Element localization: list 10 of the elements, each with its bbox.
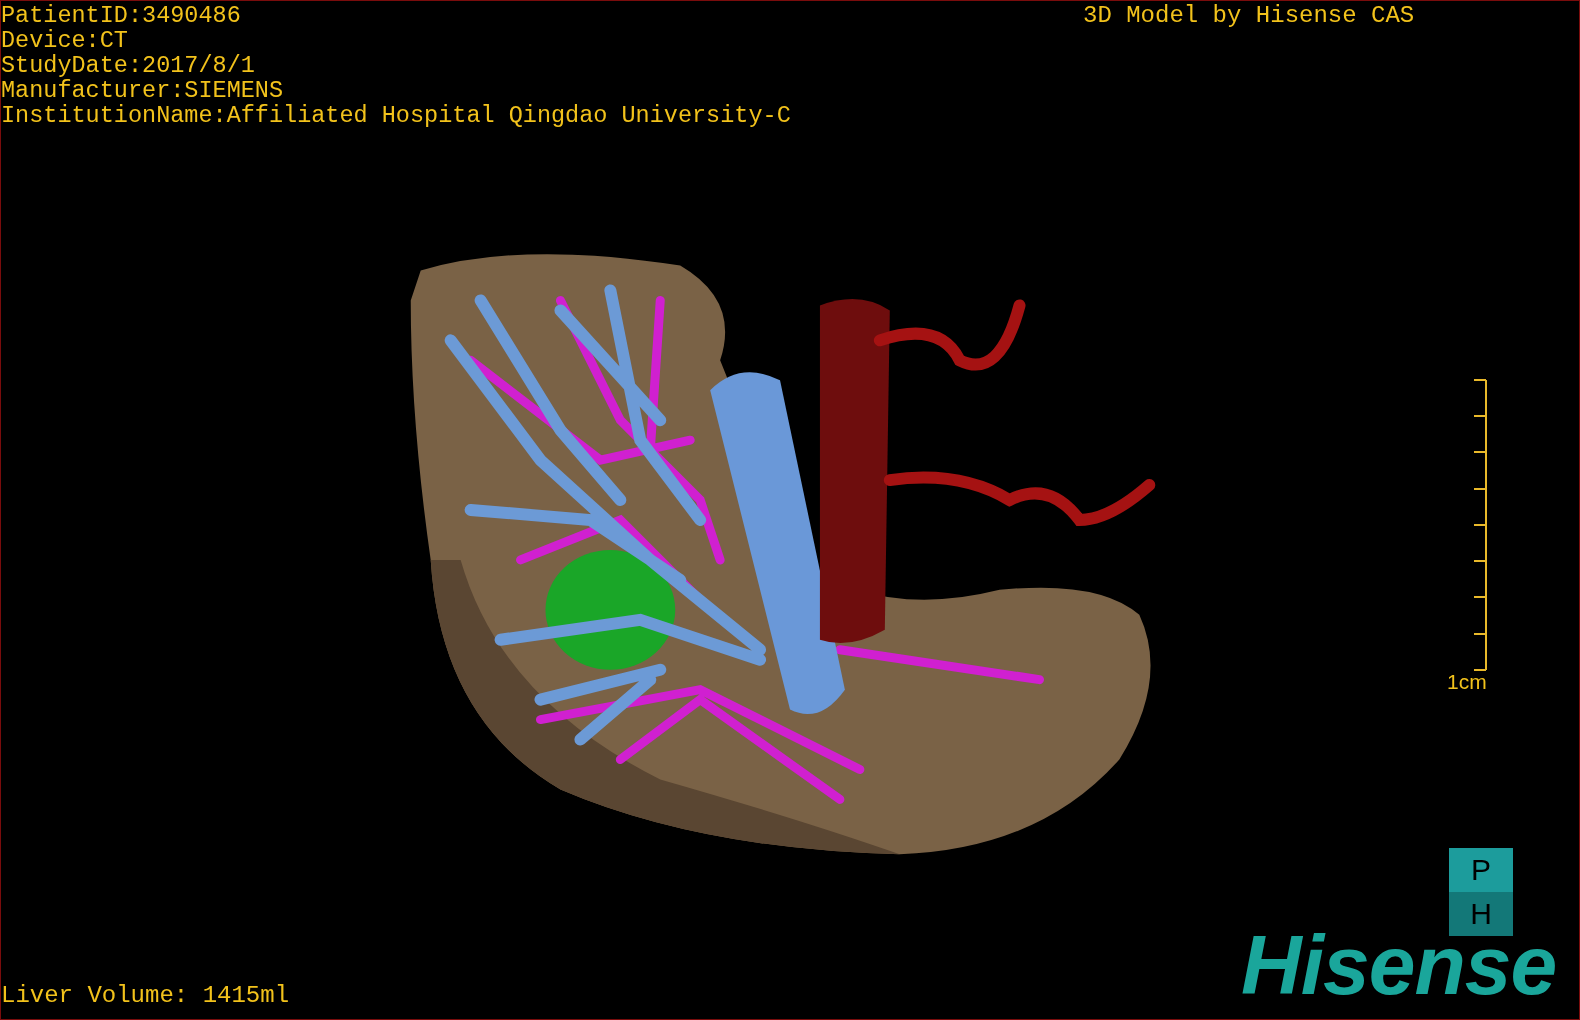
patient-info-line: InstitutionName:Affiliated Hospital Qingdao University-C bbox=[1, 103, 791, 128]
patient-info-line: Device:CT bbox=[1, 28, 129, 53]
model-credit: 3D Model by Hisense CAS bbox=[1083, 3, 1415, 28]
patient-info-line: PatientID:3490486 bbox=[1, 3, 242, 28]
scale-label: 1cm bbox=[1447, 671, 1487, 693]
orientation-cube-face[interactable]: H bbox=[1449, 892, 1513, 936]
orientation-cube-face[interactable]: P bbox=[1449, 848, 1513, 892]
patient-info-line: Manufacturer:SIEMENS bbox=[1, 78, 285, 103]
patient-info-line: StudyDate:2017/8/1 bbox=[1, 53, 256, 78]
liver-volume: Liver Volume: 1415ml bbox=[1, 983, 290, 1009]
